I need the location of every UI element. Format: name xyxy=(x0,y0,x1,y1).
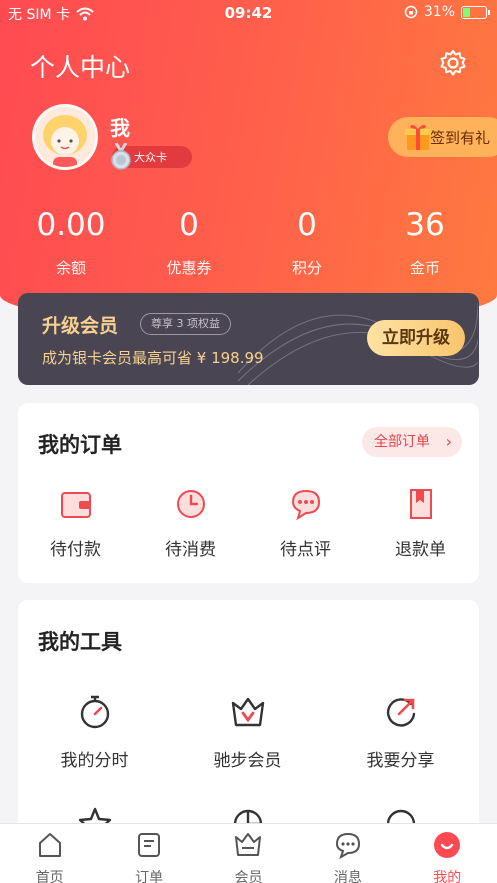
order-pending-use[interactable]: 待消费 xyxy=(133,487,248,560)
rotation-lock-icon xyxy=(404,5,418,19)
bottom-tab-bar: 首页 订单 会员 消息 我的 xyxy=(0,823,497,883)
all-orders-label: 全部订单 xyxy=(374,434,430,450)
tab-label: 订单 xyxy=(135,870,164,883)
order-refunds[interactable]: 退款单 xyxy=(363,487,478,560)
clock-icon xyxy=(176,490,205,518)
wallet-icon xyxy=(60,492,91,518)
order-label: 待点评 xyxy=(280,540,331,560)
section-title: 我的工具 xyxy=(38,630,122,654)
stat-value: 0 xyxy=(297,207,317,243)
tool-my-timeshare[interactable]: 我的分时 xyxy=(18,694,171,771)
stat-value: 0 xyxy=(179,207,199,243)
tab-messages[interactable]: 消息 xyxy=(298,824,397,883)
medal-icon xyxy=(111,143,131,170)
stat-balance[interactable]: 0.00 余额 xyxy=(12,205,130,278)
my-orders-card: 我的订单 全部订单 › 待付款 待消费 待点评 退款单 xyxy=(18,403,479,583)
order-icon xyxy=(138,833,161,857)
tab-mine[interactable]: 我的 xyxy=(398,824,497,883)
avatar[interactable] xyxy=(32,104,98,170)
gift-icon xyxy=(405,124,431,150)
chat-bubble-icon xyxy=(291,489,320,521)
home-icon xyxy=(38,833,61,857)
order-label: 待付款 xyxy=(50,540,101,560)
vip-description: 成为银卡会员最高可省 ¥ 198.99 xyxy=(42,349,264,367)
refund-doc-icon xyxy=(409,489,432,519)
tab-membership[interactable]: 会员 xyxy=(199,824,298,883)
tab-home[interactable]: 首页 xyxy=(0,824,99,883)
tab-label: 会员 xyxy=(234,870,263,883)
battery-icon xyxy=(461,5,490,19)
tab-label: 我的 xyxy=(433,870,462,883)
asset-stats: 0.00 余额 0 优惠券 0 积分 36 金币 xyxy=(12,205,485,278)
vip-upgrade-banner[interactable]: 升级会员 尊享 3 项权益 成为银卡会员最高可省 ¥ 198.99 立即升级 xyxy=(18,293,479,385)
my-tools-card: 我的工具 我的分时 驰步会员 我要分享 xyxy=(18,600,479,860)
upgrade-now-button[interactable]: 立即升级 xyxy=(367,320,465,356)
stat-label: 金币 xyxy=(409,259,440,277)
profile-icon xyxy=(434,832,461,858)
avatar-face-icon xyxy=(43,115,87,167)
order-pending-review[interactable]: 待点评 xyxy=(248,487,363,560)
username: 我 xyxy=(110,116,130,140)
chevron-right-icon: › xyxy=(445,432,452,451)
stat-points[interactable]: 0 积分 xyxy=(248,205,366,278)
tab-label: 消息 xyxy=(333,870,362,883)
crown-icon xyxy=(235,833,262,856)
signin-label: 签到有礼 xyxy=(430,128,491,147)
crown-icon xyxy=(231,697,264,727)
tool-label: 我的分时 xyxy=(60,751,129,771)
stat-label: 优惠券 xyxy=(166,259,212,277)
stat-coins[interactable]: 36 金币 xyxy=(366,205,484,278)
tab-label: 首页 xyxy=(35,870,64,883)
stat-value: 36 xyxy=(405,207,445,243)
vip-title: 升级会员 xyxy=(42,315,119,337)
gear-icon[interactable] xyxy=(438,48,468,78)
order-label: 待消费 xyxy=(165,540,216,560)
stat-value: 0.00 xyxy=(36,207,106,243)
share-icon xyxy=(386,698,415,727)
order-label: 退款单 xyxy=(395,540,446,560)
stat-label: 积分 xyxy=(291,259,322,277)
tool-chibu-membership[interactable]: 驰步会员 xyxy=(171,694,324,771)
status-bar: 无 SIM 卡 09:42 31% xyxy=(0,0,497,26)
stopwatch-icon xyxy=(80,695,109,729)
page-title: 个人中心 xyxy=(30,53,131,82)
order-pending-payment[interactable]: 待付款 xyxy=(18,487,133,560)
tool-label: 驰步会员 xyxy=(213,751,282,771)
stat-label: 余额 xyxy=(55,259,86,277)
tool-share[interactable]: 我要分享 xyxy=(324,694,477,771)
tab-orders[interactable]: 订单 xyxy=(99,824,198,883)
all-orders-button[interactable]: 全部订单 › xyxy=(362,427,462,457)
section-title: 我的订单 xyxy=(38,433,122,457)
tool-label: 我要分享 xyxy=(366,751,435,771)
stat-coupons[interactable]: 0 优惠券 xyxy=(130,205,248,278)
battery-percent: 31% xyxy=(423,4,455,20)
message-icon xyxy=(335,832,360,860)
vip-benefits-tag: 尊享 3 项权益 xyxy=(140,313,231,335)
